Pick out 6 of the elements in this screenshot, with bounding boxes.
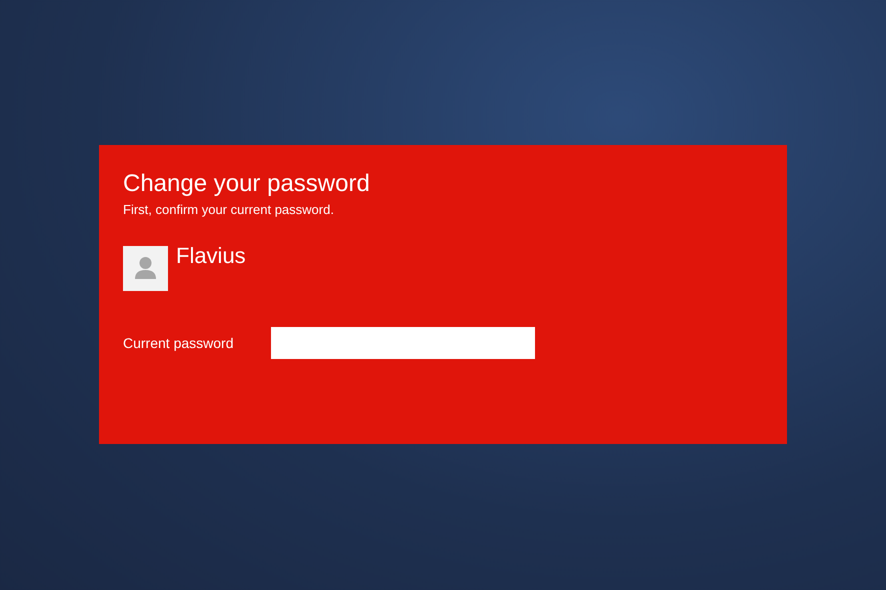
user-name: Flavius [176, 244, 246, 268]
dialog-title: Change your password [123, 169, 370, 199]
dialog-subtitle: First, confirm your current password. [123, 201, 334, 219]
password-field[interactable] [271, 327, 535, 359]
user-avatar-icon [123, 246, 168, 291]
field-label: Current password [123, 334, 234, 353]
